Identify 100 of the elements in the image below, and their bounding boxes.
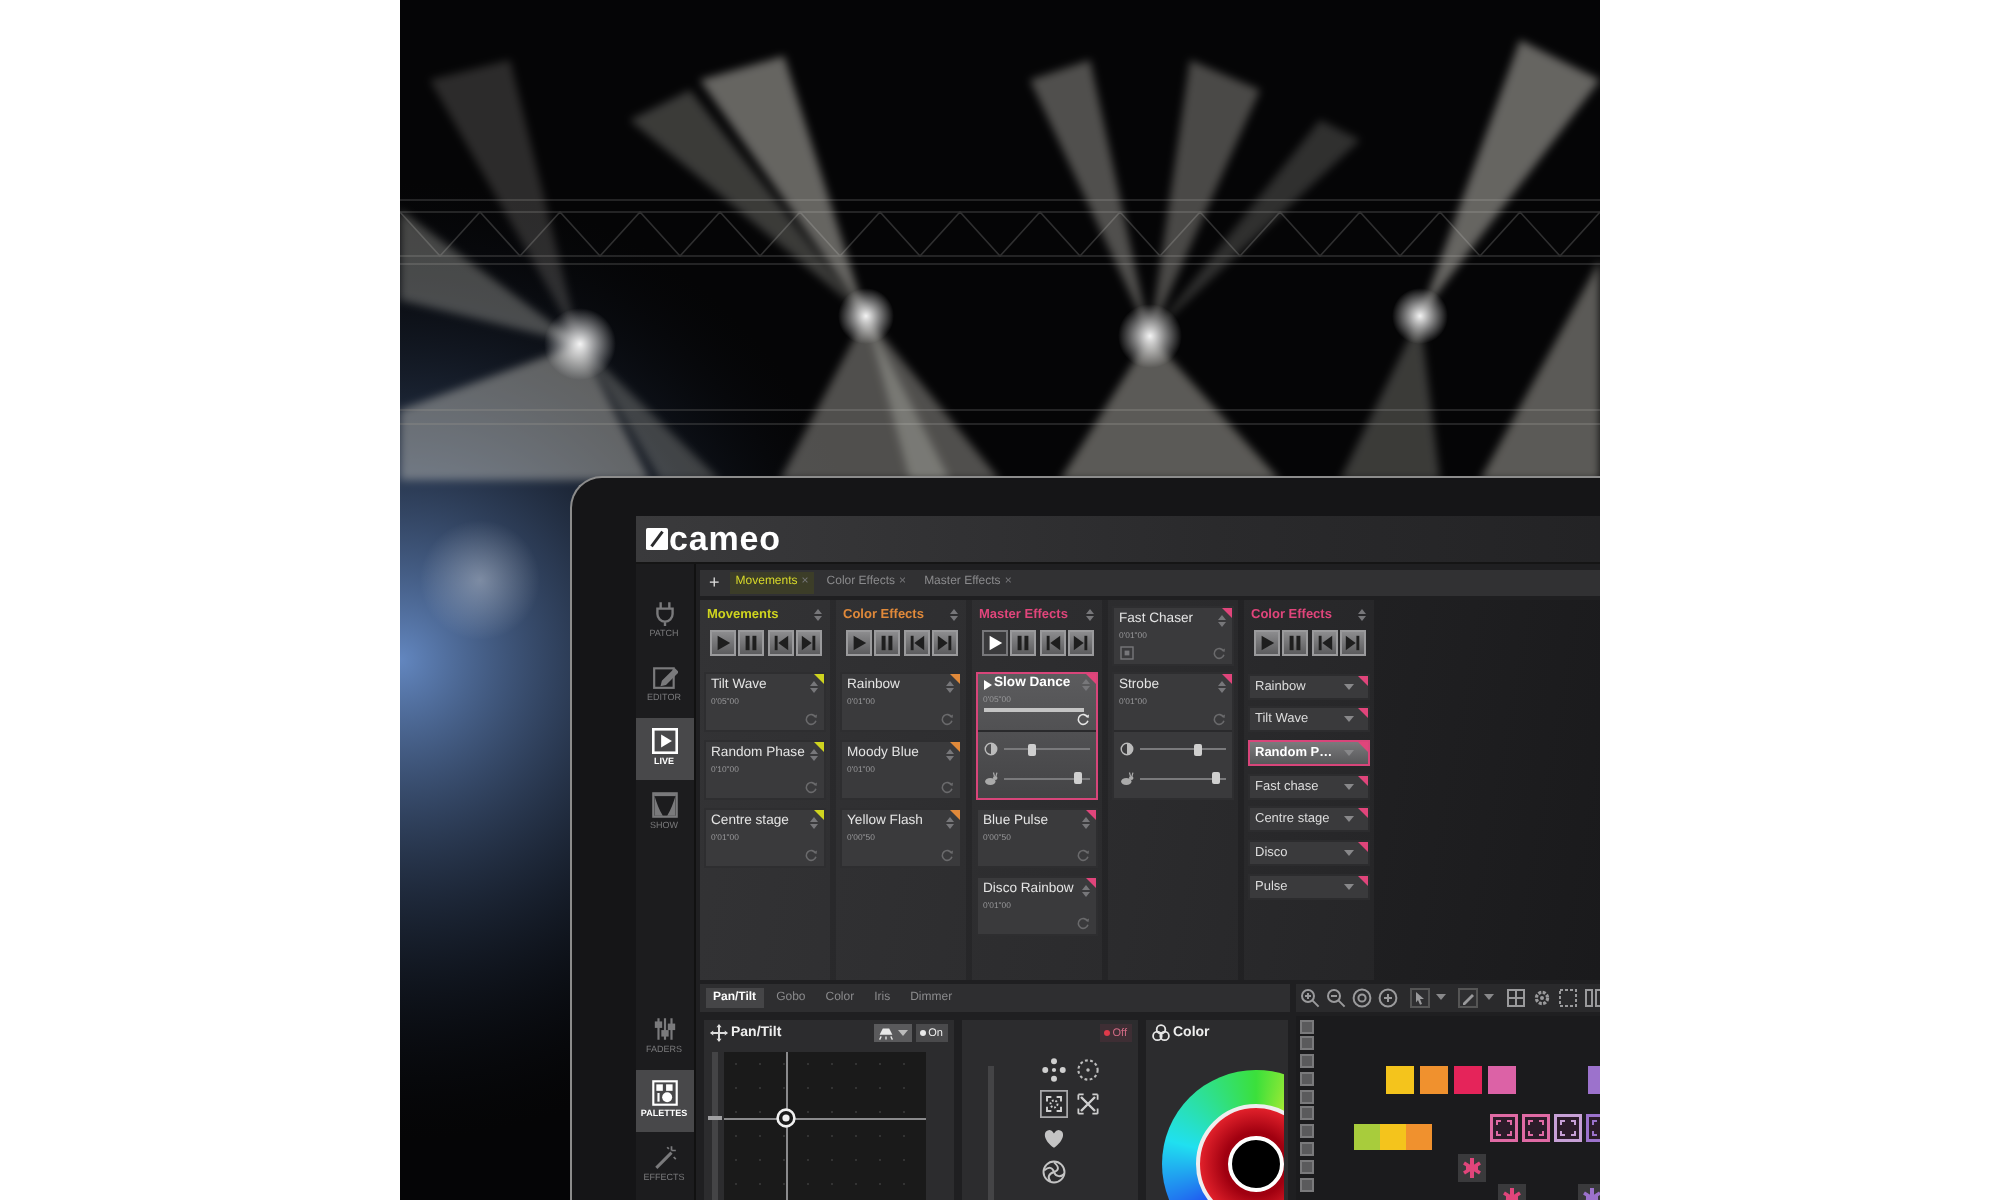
up-down-icon[interactable] [945, 679, 953, 693]
color-swatch[interactable] [1587, 1065, 1599, 1093]
slider-thumb[interactable] [1074, 772, 1083, 785]
contrast-icon [983, 742, 997, 757]
up-down-icon[interactable] [949, 608, 957, 622]
up-down-icon[interactable] [1081, 815, 1089, 829]
up-down-icon[interactable] [1081, 883, 1089, 897]
zoom-in-icon[interactable] [1299, 987, 1319, 1007]
color-swatch[interactable] [1405, 1123, 1431, 1149]
slider-track[interactable] [1139, 772, 1225, 785]
play-button[interactable] [845, 629, 871, 655]
color-swatch[interactable] [1379, 1123, 1405, 1149]
up-down-icon[interactable] [809, 815, 817, 829]
grid-icon[interactable] [1505, 987, 1525, 1007]
skip-forward-icon [1072, 633, 1090, 651]
next-button[interactable] [1068, 629, 1094, 655]
up-down-icon[interactable] [1085, 608, 1093, 622]
stop-icon[interactable] [1119, 645, 1133, 659]
corner-brackets-tile-icon[interactable] [1489, 1113, 1517, 1141]
caret-icon [1343, 716, 1353, 723]
pad-handle[interactable] [775, 1107, 796, 1128]
pause-button[interactable] [738, 629, 764, 655]
up-down-icon[interactable] [809, 679, 817, 693]
slider-thumb[interactable] [1027, 743, 1036, 756]
skip-forward-icon [800, 633, 818, 651]
color-swatch[interactable] [1453, 1065, 1481, 1093]
swirl-icon[interactable] [1039, 1157, 1067, 1185]
previous-button[interactable] [767, 629, 793, 655]
up-down-icon[interactable] [1357, 608, 1365, 622]
up-down-icon[interactable] [813, 608, 821, 622]
lamp-icon [878, 1027, 895, 1039]
up-down-icon[interactable] [1217, 679, 1225, 693]
color-swatch[interactable] [1353, 1123, 1379, 1149]
play-button[interactable] [981, 629, 1007, 655]
slider-thumb[interactable] [707, 1115, 721, 1120]
corner-brackets-tile-icon[interactable] [1585, 1113, 1599, 1141]
rabbit-icon [1119, 771, 1133, 786]
slider-track[interactable] [1003, 772, 1089, 785]
color-swatch[interactable] [1419, 1065, 1447, 1093]
slider-track[interactable] [707, 1051, 721, 1199]
dots-icon[interactable] [1039, 1055, 1067, 1083]
slider-thumb[interactable] [1193, 743, 1202, 756]
columns-icon[interactable] [1583, 987, 1599, 1007]
up-down-icon[interactable] [945, 747, 953, 761]
pause-button[interactable] [1010, 629, 1036, 655]
next-button[interactable] [932, 629, 958, 655]
caret-icon[interactable] [1483, 994, 1493, 1000]
skip-forward-icon [1344, 633, 1362, 651]
slider-track[interactable] [1003, 743, 1089, 756]
up-down-icon[interactable] [945, 815, 953, 829]
asterisk-tile-icon[interactable] [1457, 1153, 1485, 1181]
move-arrows-icon [709, 1024, 727, 1042]
plug-icon [651, 600, 677, 627]
skip-back-icon [907, 633, 925, 651]
up-down-icon[interactable] [809, 747, 817, 761]
dashed-circle-icon[interactable] [1073, 1055, 1101, 1083]
asterisk-tile-icon[interactable] [1497, 1183, 1525, 1199]
caret-icon [1343, 816, 1353, 823]
circles-icon [1151, 1024, 1169, 1042]
pointer-icon[interactable] [1409, 987, 1429, 1007]
previous-button[interactable] [903, 629, 929, 655]
xy-pad[interactable] [723, 1051, 925, 1199]
add-tab-button[interactable]: + [705, 573, 724, 591]
play-icon [1257, 633, 1275, 651]
play-button[interactable] [709, 629, 735, 655]
slider-thumb[interactable] [1212, 772, 1221, 785]
asterisk-tile-icon[interactable] [1577, 1183, 1599, 1199]
up-down-icon[interactable] [1217, 613, 1225, 627]
target-icon[interactable] [1351, 987, 1371, 1007]
zoom-out-icon[interactable] [1325, 987, 1345, 1007]
slider-track[interactable] [1139, 743, 1225, 756]
color-swatch[interactable] [1487, 1065, 1515, 1093]
logo-text: cameo [669, 521, 781, 555]
caret-icon[interactable] [1435, 994, 1445, 1000]
corner-brackets-tile-icon[interactable] [1553, 1113, 1581, 1141]
previous-button[interactable] [1311, 629, 1337, 655]
fixture-select-button[interactable] [874, 1024, 912, 1042]
play-icon [983, 680, 991, 691]
logo-icon [645, 527, 667, 549]
pause-button[interactable] [1282, 629, 1308, 655]
pencil-icon[interactable] [1457, 987, 1477, 1007]
dotted-circle-icon[interactable] [1531, 987, 1551, 1007]
curtain-icon [651, 792, 677, 819]
slider-track[interactable] [983, 1065, 997, 1199]
caret-icon [1343, 683, 1353, 689]
pause-button[interactable] [874, 629, 900, 655]
previous-button[interactable] [1039, 629, 1065, 655]
play-button[interactable] [1253, 629, 1279, 655]
corner-brackets-icon[interactable] [1039, 1089, 1067, 1117]
status-dot-icon [919, 1030, 926, 1036]
corner-brackets-tile-icon[interactable] [1521, 1113, 1549, 1141]
caret-icon [1343, 883, 1353, 890]
x-arrows-icon[interactable] [1073, 1089, 1101, 1117]
next-button[interactable] [796, 629, 822, 655]
pause-icon [878, 633, 896, 651]
dashed-square-icon[interactable] [1557, 987, 1577, 1007]
contrast-icon [1119, 742, 1133, 757]
plus-circle-icon[interactable] [1377, 987, 1397, 1007]
next-button[interactable] [1340, 629, 1366, 655]
color-swatch[interactable] [1385, 1065, 1413, 1093]
